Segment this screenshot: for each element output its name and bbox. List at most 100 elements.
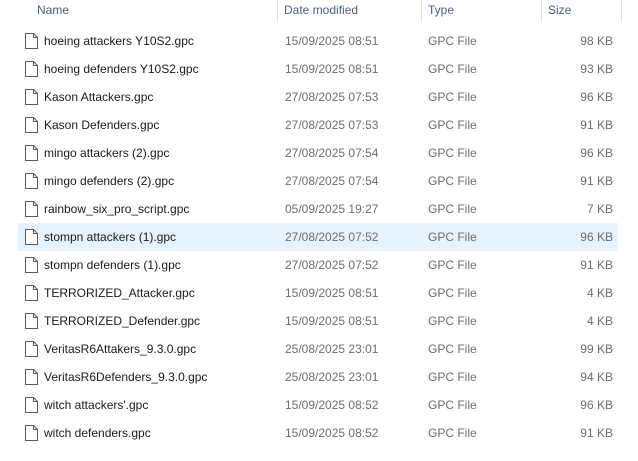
column-header-size[interactable]: Size — [548, 0, 618, 22]
generic-file-icon — [25, 173, 38, 189]
file-row[interactable]: Kason Defenders.gpc 27/08/2025 07:53 GPC… — [18, 111, 618, 139]
column-header-type[interactable]: Type — [428, 0, 540, 22]
file-type: GPC File — [428, 146, 477, 160]
file-size: 4 KB — [586, 314, 613, 328]
file-name: TERRORIZED_Defender.gpc — [44, 314, 201, 328]
file-size: 96 KB — [580, 146, 613, 160]
file-size: 96 KB — [580, 230, 613, 244]
file-row[interactable]: mingo defenders (2).gpc 27/08/2025 07:54… — [18, 167, 618, 195]
file-name: Kason Defenders.gpc — [44, 118, 160, 132]
file-date-modified: 27/08/2025 07:52 — [285, 230, 379, 244]
file-date-modified: 15/09/2025 08:51 — [285, 34, 379, 48]
file-size: 4 KB — [586, 286, 613, 300]
file-date-modified: 25/08/2025 23:01 — [285, 370, 379, 384]
file-date-modified: 27/08/2025 07:53 — [285, 90, 379, 104]
file-size: 98 KB — [580, 34, 613, 48]
file-name: hoeing attackers Y10S2.gpc — [44, 34, 194, 48]
file-size: 91 KB — [580, 118, 613, 132]
file-row[interactable]: witch defenders.gpc 15/09/2025 08:52 GPC… — [18, 419, 618, 447]
file-date-modified: 15/09/2025 08:52 — [285, 426, 379, 440]
file-type: GPC File — [428, 370, 477, 384]
file-type: GPC File — [428, 34, 477, 48]
generic-file-icon — [25, 341, 38, 357]
file-date-modified: 27/08/2025 07:54 — [285, 174, 379, 188]
file-list: hoeing attackers Y10S2.gpc 15/09/2025 08… — [0, 27, 638, 447]
file-type: GPC File — [428, 314, 477, 328]
file-row[interactable]: TERRORIZED_Defender.gpc 15/09/2025 08:51… — [18, 307, 618, 335]
file-name: witch attackers'.gpc — [44, 398, 149, 412]
generic-file-icon — [25, 33, 38, 49]
column-divider[interactable] — [421, 0, 422, 22]
file-type: GPC File — [428, 426, 477, 440]
file-type: GPC File — [428, 258, 477, 272]
column-header-size-label: Size — [548, 3, 572, 17]
file-row[interactable]: stompn defenders (1).gpc 27/08/2025 07:5… — [18, 251, 618, 279]
generic-file-icon — [25, 117, 38, 133]
file-name: VeritasR6Attakers_9.3.0.gpc — [44, 342, 197, 356]
file-date-modified: 25/08/2025 23:01 — [285, 342, 379, 356]
file-name: rainbow_six_pro_script.gpc — [44, 202, 190, 216]
file-explorer-list-view: Name Date modified Type Size hoeing atta… — [0, 0, 638, 461]
file-name: TERRORIZED_Attacker.gpc — [44, 286, 195, 300]
file-date-modified: 15/09/2025 08:52 — [285, 398, 379, 412]
file-date-modified: 15/09/2025 08:51 — [285, 62, 379, 76]
file-type: GPC File — [428, 398, 477, 412]
file-type: GPC File — [428, 62, 477, 76]
file-date-modified: 15/09/2025 08:51 — [285, 286, 379, 300]
generic-file-icon — [25, 201, 38, 217]
generic-file-icon — [25, 89, 38, 105]
column-divider[interactable] — [277, 0, 278, 22]
file-row[interactable]: VeritasR6Attakers_9.3.0.gpc 25/08/2025 2… — [18, 335, 618, 363]
file-size: 96 KB — [580, 90, 613, 104]
file-size: 93 KB — [580, 62, 613, 76]
column-header-date-modified[interactable]: Date modified — [284, 0, 419, 22]
generic-file-icon — [25, 425, 38, 441]
file-row[interactable]: hoeing defenders Y10S2.gpc 15/09/2025 08… — [18, 55, 618, 83]
file-type: GPC File — [428, 286, 477, 300]
generic-file-icon — [25, 61, 38, 77]
generic-file-icon — [25, 313, 38, 329]
file-date-modified: 15/09/2025 08:51 — [285, 314, 379, 328]
file-type: GPC File — [428, 342, 477, 356]
file-type: GPC File — [428, 90, 477, 104]
file-row[interactable]: rainbow_six_pro_script.gpc 05/09/2025 19… — [18, 195, 618, 223]
generic-file-icon — [25, 145, 38, 161]
file-size: 99 KB — [580, 342, 613, 356]
file-name: hoeing defenders Y10S2.gpc — [44, 62, 199, 76]
column-header-date-label: Date modified — [284, 3, 359, 17]
file-name: Kason Attackers.gpc — [44, 90, 154, 104]
file-row[interactable]: VeritasR6Defenders_9.3.0.gpc 25/08/2025 … — [18, 363, 618, 391]
column-divider[interactable] — [621, 0, 622, 22]
file-type: GPC File — [428, 174, 477, 188]
file-size: 7 KB — [586, 202, 613, 216]
file-size: 94 KB — [580, 370, 613, 384]
column-header-type-label: Type — [428, 3, 455, 17]
file-name: VeritasR6Defenders_9.3.0.gpc — [44, 370, 208, 384]
file-type: GPC File — [428, 118, 477, 132]
file-date-modified: 05/09/2025 19:27 — [285, 202, 379, 216]
file-size: 91 KB — [580, 258, 613, 272]
file-name: stompn attackers (1).gpc — [44, 230, 177, 244]
generic-file-icon — [25, 257, 38, 273]
file-type: GPC File — [428, 202, 477, 216]
file-row[interactable]: Kason Attackers.gpc 27/08/2025 07:53 GPC… — [18, 83, 618, 111]
file-row[interactable]: mingo attackers (2).gpc 27/08/2025 07:54… — [18, 139, 618, 167]
file-row[interactable]: TERRORIZED_Attacker.gpc 15/09/2025 08:51… — [18, 279, 618, 307]
file-row[interactable]: witch attackers'.gpc 15/09/2025 08:52 GP… — [18, 391, 618, 419]
column-header-name[interactable]: Name — [37, 0, 275, 22]
column-header-bar: Name Date modified Type Size — [0, 0, 638, 22]
file-date-modified: 27/08/2025 07:54 — [285, 146, 379, 160]
generic-file-icon — [25, 397, 38, 413]
generic-file-icon — [25, 285, 38, 301]
file-name: mingo defenders (2).gpc — [44, 174, 175, 188]
file-size: 91 KB — [580, 426, 613, 440]
file-row[interactable]: hoeing attackers Y10S2.gpc 15/09/2025 08… — [18, 27, 618, 55]
file-size: 96 KB — [580, 398, 613, 412]
file-row[interactable]: stompn attackers (1).gpc 27/08/2025 07:5… — [18, 223, 618, 251]
file-size: 91 KB — [580, 174, 613, 188]
generic-file-icon — [25, 369, 38, 385]
file-type: GPC File — [428, 230, 477, 244]
file-name: mingo attackers (2).gpc — [44, 146, 170, 160]
column-divider[interactable] — [541, 0, 542, 22]
file-date-modified: 27/08/2025 07:53 — [285, 118, 379, 132]
